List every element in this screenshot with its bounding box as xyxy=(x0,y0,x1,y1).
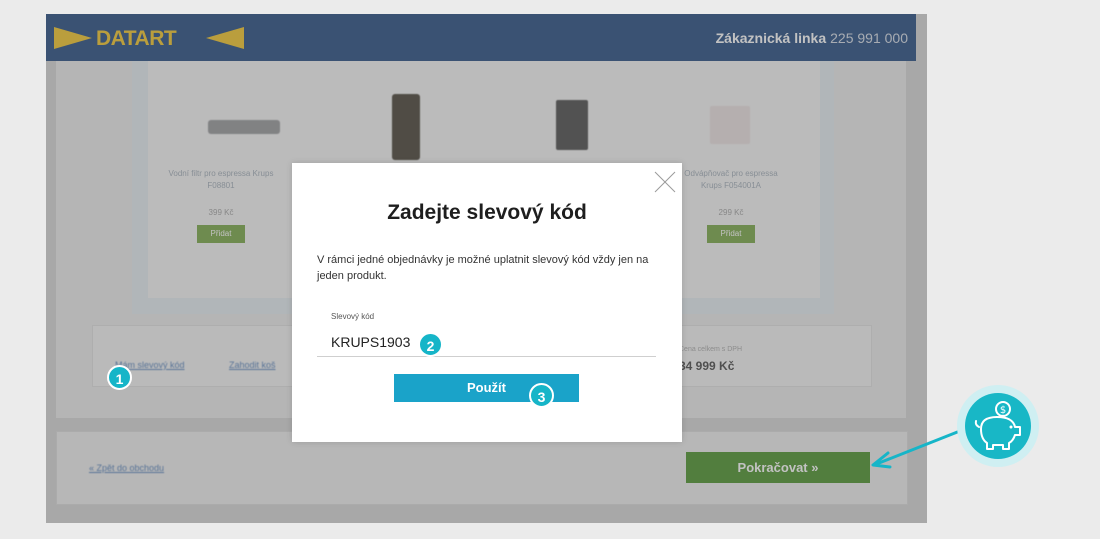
discount-code-input[interactable] xyxy=(317,327,656,357)
modal-description: V rámci jedné objednávky je možné uplatn… xyxy=(317,254,649,282)
modal-title: Zadejte slevový kód xyxy=(387,201,587,224)
piggy-bank-icon: $ xyxy=(965,393,1031,459)
close-icon[interactable] xyxy=(654,171,676,193)
discount-code-label: Slevový kód xyxy=(331,312,375,321)
step-badge: 1 xyxy=(107,365,132,390)
discount-code-modal: Zadejte slevový kód V rámci jedné objedn… xyxy=(292,163,682,442)
step-badge: 3 xyxy=(529,383,554,408)
step-badge: 2 xyxy=(418,332,443,357)
svg-text:$: $ xyxy=(1000,405,1006,416)
arrow-icon xyxy=(871,425,972,469)
